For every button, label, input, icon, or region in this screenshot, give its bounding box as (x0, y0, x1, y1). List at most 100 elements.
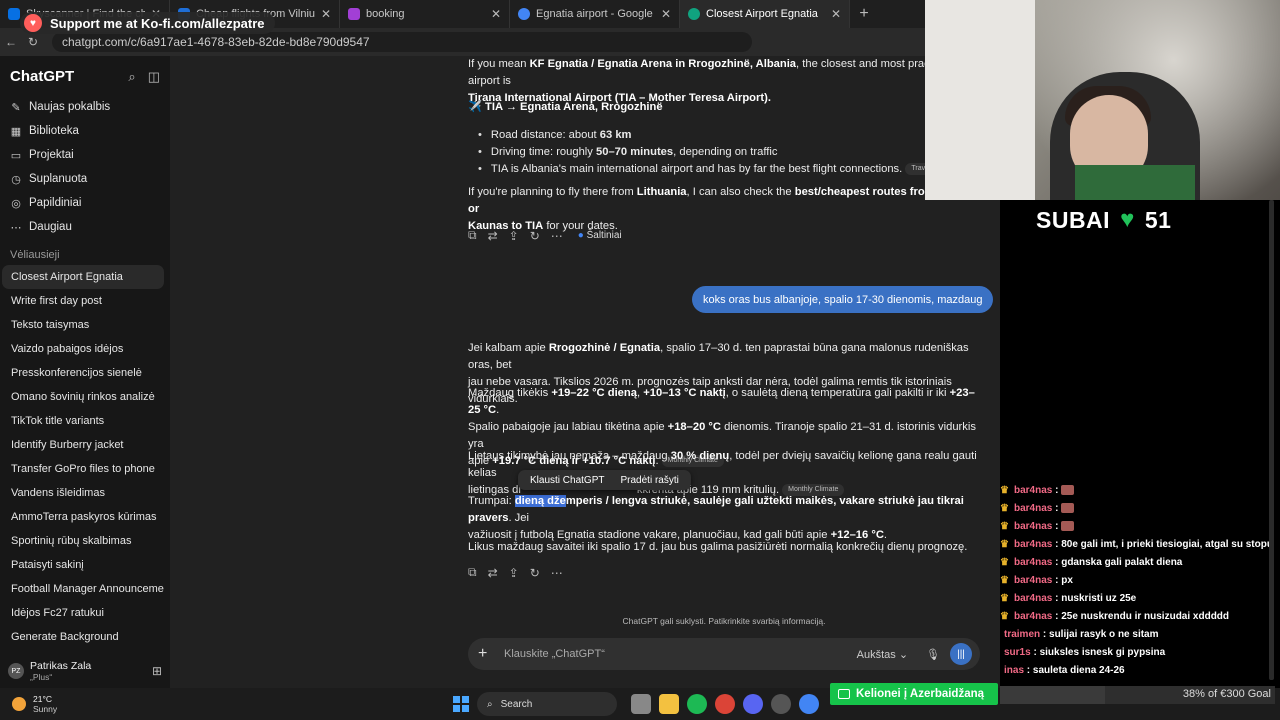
weather-widget[interactable]: 21°C Sunny (0, 694, 200, 714)
prompt-input[interactable] (504, 648, 857, 660)
chat-history-item[interactable]: Generate Background (2, 625, 164, 649)
model-selector[interactable]: Aukštas ⌄ (857, 648, 908, 661)
voice-mode-icon[interactable]: ||| (950, 643, 972, 665)
chat-username: traimen (1004, 629, 1041, 640)
sidebar-item-new-chat[interactable]: ✎ Naujas pokalbis (0, 95, 170, 119)
share-icon[interactable]: ⇪ (509, 229, 519, 243)
chrome-icon[interactable] (715, 694, 735, 714)
chat-history-item[interactable]: Vaizdo pabaigos idėjos (2, 337, 164, 361)
browser-tab[interactable]: booking ✕ (340, 0, 510, 28)
list-item: Road distance: about 63 km (478, 127, 978, 144)
chat-message-text: sulijai rasyk o ne sitam (1049, 629, 1159, 640)
google-favicon-icon (518, 8, 530, 20)
chat-history-item[interactable]: Transfer GoPro files to phone (2, 457, 164, 481)
crown-badge-icon: ♛ (1000, 575, 1009, 586)
chat-history-item[interactable]: Sportinių rūbų skalbimas (2, 529, 164, 553)
windows-start-icon[interactable] (453, 696, 469, 712)
sidebar-item-projects[interactable]: ▭ Projektai (0, 143, 170, 167)
chat-username: bar4nas (1013, 593, 1053, 604)
browser-icon[interactable] (799, 694, 819, 714)
chat-history-item[interactable]: Teksto taisymas (2, 313, 164, 337)
user-message: koks oras bus albanjoje, spalio 17-30 di… (692, 286, 994, 313)
booking-favicon-icon (348, 8, 360, 20)
chat-history-item[interactable]: Idėjos Fc27 ratukui (2, 601, 164, 625)
microphone-icon[interactable]: 🎙 (926, 648, 940, 661)
crown-badge-icon: ♛ (1000, 485, 1009, 496)
user-plan: „Plus“ (30, 672, 53, 682)
chat-message-text: 25e nuskrendu ir nusizudai xddddd (1061, 611, 1230, 622)
chat-history-item[interactable]: Presskonferencijos sienelė (2, 361, 164, 385)
chat-message-text: gdanska gali palakt diena (1061, 557, 1183, 568)
spotify-icon[interactable] (687, 694, 707, 714)
stream-chat-line: ♛ bar4nas : gdanska gali palakt diena (1000, 557, 1183, 568)
chat-history-item[interactable]: Omano šovinių rinkos analizė (2, 385, 164, 409)
url-field[interactable]: chatgpt.com/c/6a917ae1-4678-83eb-82de-bd… (52, 32, 752, 52)
more-dots-icon[interactable]: ⋯ (551, 229, 563, 243)
assistant-paragraph: Likus maždaug savaitei iki spalio 17 d. … (468, 541, 968, 553)
plugin-icon: ◎ (11, 197, 21, 210)
steam-icon[interactable] (771, 694, 791, 714)
ask-chatgpt-button[interactable]: Klausti ChatGPT (522, 475, 612, 486)
crown-badge-icon: ♛ (1000, 521, 1009, 532)
regenerate-icon[interactable]: ↻ (530, 566, 540, 580)
sidebar-item-scheduled[interactable]: ◷ Suplanuota (0, 167, 170, 191)
emote-icon (1061, 503, 1075, 514)
chat-history-item[interactable]: AmmoTerra paskyros kūrimas (2, 505, 164, 529)
close-tab-icon[interactable]: ✕ (321, 7, 331, 21)
recent-section-label: Vėliausieji (10, 249, 60, 261)
share-icon[interactable]: ⇪ (509, 566, 519, 580)
sidebar-item-library[interactable]: ▦ Biblioteka (0, 119, 170, 143)
file-explorer-icon[interactable] (659, 694, 679, 714)
chat-history-item[interactable]: TikTok title variants (2, 409, 164, 433)
chatgpt-logo[interactable]: ChatGPT (10, 68, 74, 85)
chat-username: bar4nas (1013, 521, 1053, 532)
chat-history-item[interactable]: Closest Airport Egnatia (2, 265, 164, 289)
browser-tab[interactable]: Egnatia airport - Google Search✕ (510, 0, 680, 28)
chat-username: bar4nas (1013, 557, 1053, 568)
heart-icon: ♥ (1120, 206, 1135, 233)
close-tab-icon[interactable]: ✕ (661, 7, 671, 21)
task-view-icon[interactable] (631, 694, 651, 714)
browser-tab-active[interactable]: Closest Airport Egnatia ✕ (680, 0, 850, 28)
main-scrollbar[interactable] (1269, 200, 1274, 680)
plus-icon[interactable]: + (478, 645, 496, 663)
more-dots-icon: ⋯ (10, 221, 22, 234)
new-tab-plus-icon[interactable]: + (850, 5, 878, 23)
sidebar-item-plugins[interactable]: ◎ Papildiniai (0, 191, 170, 215)
close-tab-icon[interactable]: ✕ (831, 7, 841, 21)
sidebar-settings-icon[interactable]: ⊞ (152, 664, 162, 678)
reload-icon[interactable]: ↻ (22, 35, 44, 49)
regenerate-icon[interactable]: ↻ (530, 229, 540, 243)
message-actions: ⧉ ⇄ ⇪ ↻ ⋯ (468, 565, 563, 580)
search-icon[interactable]: ⌕ (128, 69, 135, 85)
more-dots-icon[interactable]: ⋯ (551, 566, 563, 580)
back-arrow-icon[interactable]: ← (0, 35, 22, 49)
user-account[interactable]: PZ Patrikas Zala „Plus“ ⊞ (0, 654, 170, 688)
copy-icon[interactable]: ⧉ (468, 565, 477, 580)
chat-history-item[interactable]: Identify Burberry jacket (2, 433, 164, 457)
feedback-icon[interactable]: ⇄ (488, 229, 498, 243)
start-writing-button[interactable]: Pradėti rašyti (612, 475, 686, 486)
chat-history-item[interactable]: Write first day post (2, 289, 164, 313)
chat-history-item[interactable]: Vandens išleidimas (2, 481, 164, 505)
sidebar-toggle-icon[interactable]: ◫ (148, 69, 160, 85)
sources-button[interactable]: ● Šaltiniai (578, 230, 622, 241)
close-tab-icon[interactable]: ✕ (491, 7, 501, 21)
discord-icon[interactable] (743, 694, 763, 714)
crown-badge-icon: ♛ (1000, 593, 1009, 604)
list-item: Driving time: roughly 50–70 minutes, dep… (478, 144, 978, 161)
sidebar-item-more[interactable]: ⋯ Daugiau (0, 215, 170, 239)
chat-history-item[interactable]: Pataisyti sakinį (2, 553, 164, 577)
screen: { "browser": { "tabs": [ {"title": "Skys… (0, 0, 1280, 720)
chat-main: If you mean KF Egnatia / Egnatia Arena i… (170, 56, 1000, 688)
chat-username: bar4nas (1013, 503, 1053, 514)
selected-text[interactable]: dieną dže (514, 495, 566, 507)
assistant-paragraph: Trumpai: dieną džemperis / lengva striuk… (468, 495, 964, 541)
copy-icon[interactable]: ⧉ (468, 228, 477, 243)
taskbar-search[interactable]: ⌕ Search (477, 692, 617, 716)
stream-chat-line: traimen : sulijai rasyk o ne sitam (1004, 629, 1159, 640)
new-chat-icon: ✎ (11, 101, 21, 114)
chat-icon (838, 689, 850, 699)
chat-history-item[interactable]: Football Manager Announcement (2, 577, 164, 601)
feedback-icon[interactable]: ⇄ (488, 566, 498, 580)
